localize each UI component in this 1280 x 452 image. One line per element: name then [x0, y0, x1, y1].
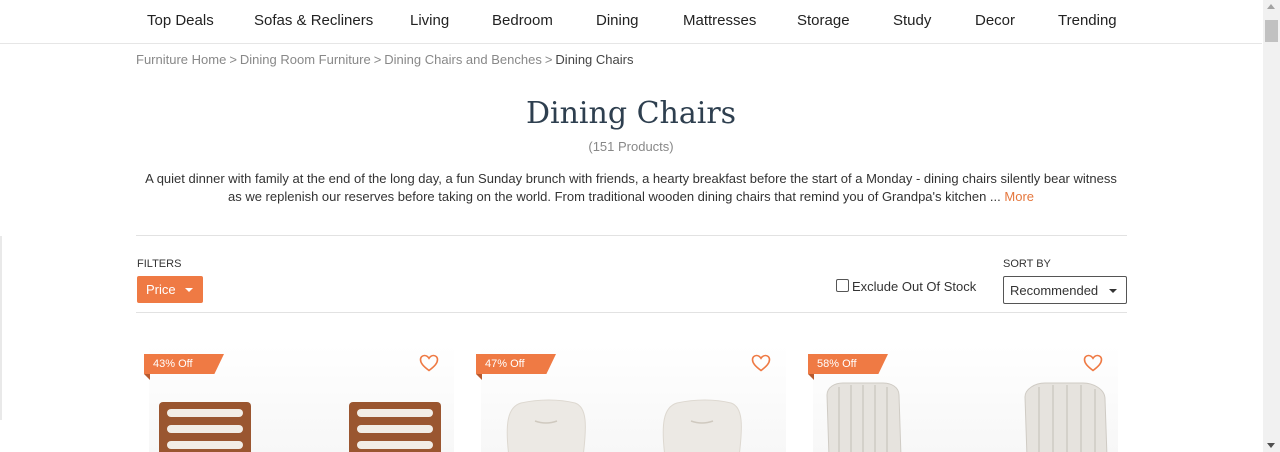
discount-badge: 58% Off — [808, 354, 888, 374]
product-card[interactable]: 43% Off — [144, 345, 454, 452]
breadcrumb: Furniture Home > Dining Room Furniture > Din… — [136, 52, 633, 67]
nav-item-dining[interactable]: Dining — [596, 12, 639, 29]
breadcrumb-separator: > — [373, 52, 382, 67]
heart-icon[interactable] — [1083, 354, 1103, 372]
nav-item-top-deals[interactable]: Top Deals — [147, 12, 214, 29]
nav-item-decor[interactable]: Decor — [975, 12, 1015, 29]
sort-selected-value: Recommended — [1010, 283, 1099, 298]
badge-fold — [144, 374, 150, 380]
breadcrumb-dining-chairs-benches[interactable]: Dining Chairs and Benches — [384, 52, 542, 67]
description-text: A quiet dinner with family at the end of… — [145, 171, 1117, 204]
product-card[interactable]: 47% Off — [476, 345, 786, 452]
vertical-scrollbar[interactable] — [1263, 0, 1280, 452]
breadcrumb-current: Dining Chairs — [555, 52, 634, 67]
chevron-down-icon — [185, 288, 193, 292]
nav-item-bedroom[interactable]: Bedroom — [492, 12, 553, 29]
divider — [136, 312, 1127, 313]
sort-by-select[interactable]: Recommended — [1003, 276, 1127, 304]
discount-badge: 43% Off — [144, 354, 224, 374]
heart-icon[interactable] — [419, 354, 439, 372]
divider — [136, 235, 1127, 236]
chevron-down-icon — [1109, 289, 1117, 293]
badge-fold — [476, 374, 482, 380]
scroll-up-icon[interactable] — [1267, 4, 1275, 9]
nav-item-living[interactable]: Living — [410, 12, 449, 29]
product-card[interactable]: 58% Off — [808, 345, 1118, 452]
exclude-out-of-stock-checkbox[interactable] — [836, 279, 849, 292]
product-count: (151 Products) — [588, 139, 674, 154]
nav-item-trending[interactable]: Trending — [1058, 12, 1117, 29]
breadcrumb-furniture-home[interactable]: Furniture Home — [136, 52, 226, 67]
breadcrumb-separator: > — [544, 52, 553, 67]
nav-item-storage[interactable]: Storage — [797, 12, 850, 29]
page-title: Dining Chairs — [525, 96, 737, 131]
side-panel-edge — [0, 236, 2, 420]
scroll-down-icon[interactable] — [1267, 443, 1275, 448]
filters-label: FILTERS — [137, 258, 182, 270]
category-description: A quiet dinner with family at the end of… — [140, 170, 1122, 206]
badge-fold — [808, 374, 814, 380]
breadcrumb-dining-room-furniture[interactable]: Dining Room Furniture — [240, 52, 371, 67]
nav-item-study[interactable]: Study — [893, 12, 931, 29]
heart-icon[interactable] — [751, 354, 771, 372]
discount-badge: 47% Off — [476, 354, 556, 374]
nav-item-mattresses[interactable]: Mattresses — [683, 12, 756, 29]
scrollbar-thumb[interactable] — [1265, 20, 1278, 42]
exclude-out-of-stock[interactable]: Exclude Out Of Stock — [836, 279, 976, 294]
nav-list: Top Deals Sofas & Recliners Living Bedro… — [0, 0, 1262, 43]
more-link[interactable]: More — [1004, 189, 1034, 204]
breadcrumb-separator: > — [229, 52, 237, 67]
nav-item-sofas-recliners[interactable]: Sofas & Recliners — [254, 12, 373, 29]
top-navigation: Top Deals Sofas & Recliners Living Bedro… — [0, 0, 1262, 44]
price-filter-label: Price — [146, 282, 176, 297]
price-filter-button[interactable]: Price — [137, 276, 203, 303]
exclude-out-of-stock-label: Exclude Out Of Stock — [852, 279, 977, 294]
sort-by-label: SORT BY — [1003, 258, 1051, 270]
